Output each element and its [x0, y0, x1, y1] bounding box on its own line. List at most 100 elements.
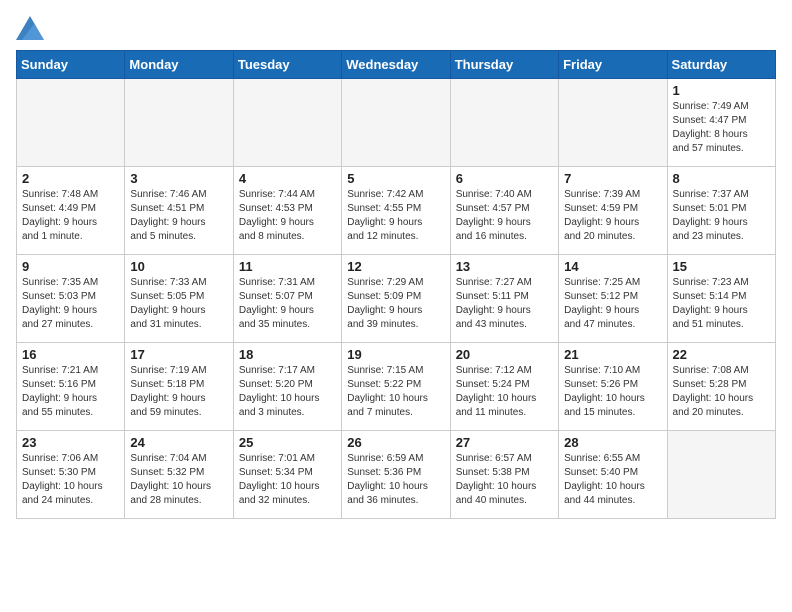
day-info: Sunrise: 6:55 AM Sunset: 5:40 PM Dayligh… [564, 452, 661, 508]
day-cell: 12Sunrise: 7:29 AM Sunset: 5:09 PM Dayli… [342, 255, 450, 343]
day-number: 27 [456, 435, 553, 450]
day-number: 11 [239, 259, 336, 274]
day-cell [667, 431, 775, 519]
day-cell [450, 79, 558, 167]
day-info: Sunrise: 7:29 AM Sunset: 5:09 PM Dayligh… [347, 276, 444, 332]
day-cell: 25Sunrise: 7:01 AM Sunset: 5:34 PM Dayli… [233, 431, 341, 519]
day-info: Sunrise: 7:08 AM Sunset: 5:28 PM Dayligh… [673, 364, 770, 420]
day-info: Sunrise: 7:46 AM Sunset: 4:51 PM Dayligh… [130, 188, 227, 244]
day-cell: 23 Sunrise: 7:06 AM Sunset: 5:30 PM Dayli… [17, 431, 125, 519]
day-cell: 27 Sunrise: 6:57 AM Sunset: 5:38 PM Dayli… [450, 431, 558, 519]
day-number: 26 [347, 435, 444, 450]
day-cell: 3 Sunrise: 7:46 AM Sunset: 4:51 PM Daylig… [125, 167, 233, 255]
day-cell: 1Sunrise: 7:49 AM Sunset: 4:47 PM Daylig… [667, 79, 775, 167]
day-number: 14 [564, 259, 661, 274]
week-row-1: 2 Sunrise: 7:48 AM Sunset: 4:49 PM Daylig… [17, 167, 776, 255]
day-number: 9 [22, 259, 119, 274]
day-number: 10 [130, 259, 227, 274]
day-cell: 11 Sunrise: 7:31 AM Sunset: 5:07 PM Dayli… [233, 255, 341, 343]
day-cell: 4 Sunrise: 7:44 AM Sunset: 4:53 PM Daylig… [233, 167, 341, 255]
day-info: Sunrise: 6:59 AM Sunset: 5:36 PM Dayligh… [347, 452, 444, 508]
week-row-0: 1Sunrise: 7:49 AM Sunset: 4:47 PM Daylig… [17, 79, 776, 167]
calendar-table: SundayMondayTuesdayWednesdayThursdayFrid… [16, 50, 776, 519]
day-cell [125, 79, 233, 167]
day-number: 16 [22, 347, 119, 362]
day-number: 20 [456, 347, 553, 362]
day-number: 1 [673, 83, 770, 98]
day-cell: 15Sunrise: 7:23 AM Sunset: 5:14 PM Dayli… [667, 255, 775, 343]
day-number: 19 [347, 347, 444, 362]
day-number: 23 [22, 435, 119, 450]
day-cell: 10 Sunrise: 7:33 AM Sunset: 5:05 PM Dayli… [125, 255, 233, 343]
week-row-4: 23 Sunrise: 7:06 AM Sunset: 5:30 PM Dayli… [17, 431, 776, 519]
header-day-wednesday: Wednesday [342, 51, 450, 79]
header-day-monday: Monday [125, 51, 233, 79]
header-day-thursday: Thursday [450, 51, 558, 79]
week-row-3: 16Sunrise: 7:21 AM Sunset: 5:16 PM Dayli… [17, 343, 776, 431]
day-cell: 9Sunrise: 7:35 AM Sunset: 5:03 PM Daylig… [17, 255, 125, 343]
day-info: Sunrise: 7:37 AM Sunset: 5:01 PM Dayligh… [673, 188, 770, 244]
day-info: Sunrise: 7:23 AM Sunset: 5:14 PM Dayligh… [673, 276, 770, 332]
logo-icon [16, 16, 44, 40]
day-info: Sunrise: 7:04 AM Sunset: 5:32 PM Dayligh… [130, 452, 227, 508]
calendar-body: 1Sunrise: 7:49 AM Sunset: 4:47 PM Daylig… [17, 79, 776, 519]
logo [16, 16, 48, 40]
day-number: 13 [456, 259, 553, 274]
day-cell: 5Sunrise: 7:42 AM Sunset: 4:55 PM Daylig… [342, 167, 450, 255]
day-number: 3 [130, 171, 227, 186]
day-cell [233, 79, 341, 167]
day-info: Sunrise: 7:06 AM Sunset: 5:30 PM Dayligh… [22, 452, 119, 508]
day-cell: 13 Sunrise: 7:27 AM Sunset: 5:11 PM Dayli… [450, 255, 558, 343]
day-cell: 18 Sunrise: 7:17 AM Sunset: 5:20 PM Dayli… [233, 343, 341, 431]
day-info: Sunrise: 7:40 AM Sunset: 4:57 PM Dayligh… [456, 188, 553, 244]
day-info: Sunrise: 7:12 AM Sunset: 5:24 PM Dayligh… [456, 364, 553, 420]
day-number: 2 [22, 171, 119, 186]
day-info: Sunrise: 7:19 AM Sunset: 5:18 PM Dayligh… [130, 364, 227, 420]
day-number: 24 [130, 435, 227, 450]
day-info: Sunrise: 7:31 AM Sunset: 5:07 PM Dayligh… [239, 276, 336, 332]
day-cell: 14 Sunrise: 7:25 AM Sunset: 5:12 PM Dayli… [559, 255, 667, 343]
day-cell: 20 Sunrise: 7:12 AM Sunset: 5:24 PM Dayli… [450, 343, 558, 431]
day-cell: 8 Sunrise: 7:37 AM Sunset: 5:01 PM Daylig… [667, 167, 775, 255]
header-day-sunday: Sunday [17, 51, 125, 79]
day-cell: 6 Sunrise: 7:40 AM Sunset: 4:57 PM Daylig… [450, 167, 558, 255]
day-cell: 24 Sunrise: 7:04 AM Sunset: 5:32 PM Dayli… [125, 431, 233, 519]
day-info: Sunrise: 7:10 AM Sunset: 5:26 PM Dayligh… [564, 364, 661, 420]
day-info: Sunrise: 7:17 AM Sunset: 5:20 PM Dayligh… [239, 364, 336, 420]
day-number: 4 [239, 171, 336, 186]
day-number: 18 [239, 347, 336, 362]
day-number: 17 [130, 347, 227, 362]
header-day-friday: Friday [559, 51, 667, 79]
day-info: Sunrise: 7:01 AM Sunset: 5:34 PM Dayligh… [239, 452, 336, 508]
day-cell: 19 Sunrise: 7:15 AM Sunset: 5:22 PM Dayli… [342, 343, 450, 431]
week-row-2: 9Sunrise: 7:35 AM Sunset: 5:03 PM Daylig… [17, 255, 776, 343]
day-cell: 7 Sunrise: 7:39 AM Sunset: 4:59 PM Daylig… [559, 167, 667, 255]
page-header [16, 16, 776, 40]
header-day-tuesday: Tuesday [233, 51, 341, 79]
day-number: 8 [673, 171, 770, 186]
header-row: SundayMondayTuesdayWednesdayThursdayFrid… [17, 51, 776, 79]
day-info: Sunrise: 7:27 AM Sunset: 5:11 PM Dayligh… [456, 276, 553, 332]
day-cell: 28 Sunrise: 6:55 AM Sunset: 5:40 PM Dayli… [559, 431, 667, 519]
day-number: 6 [456, 171, 553, 186]
day-info: Sunrise: 7:15 AM Sunset: 5:22 PM Dayligh… [347, 364, 444, 420]
header-day-saturday: Saturday [667, 51, 775, 79]
day-cell: 26 Sunrise: 6:59 AM Sunset: 5:36 PM Dayli… [342, 431, 450, 519]
day-info: Sunrise: 7:39 AM Sunset: 4:59 PM Dayligh… [564, 188, 661, 244]
calendar-header: SundayMondayTuesdayWednesdayThursdayFrid… [17, 51, 776, 79]
day-info: Sunrise: 7:33 AM Sunset: 5:05 PM Dayligh… [130, 276, 227, 332]
day-cell [342, 79, 450, 167]
day-cell: 21 Sunrise: 7:10 AM Sunset: 5:26 PM Dayli… [559, 343, 667, 431]
day-number: 28 [564, 435, 661, 450]
day-info: Sunrise: 7:44 AM Sunset: 4:53 PM Dayligh… [239, 188, 336, 244]
day-number: 7 [564, 171, 661, 186]
day-cell: 16Sunrise: 7:21 AM Sunset: 5:16 PM Dayli… [17, 343, 125, 431]
day-cell [17, 79, 125, 167]
day-number: 22 [673, 347, 770, 362]
day-cell [559, 79, 667, 167]
day-info: Sunrise: 6:57 AM Sunset: 5:38 PM Dayligh… [456, 452, 553, 508]
day-info: Sunrise: 7:25 AM Sunset: 5:12 PM Dayligh… [564, 276, 661, 332]
day-cell: 2 Sunrise: 7:48 AM Sunset: 4:49 PM Daylig… [17, 167, 125, 255]
day-number: 21 [564, 347, 661, 362]
day-info: Sunrise: 7:48 AM Sunset: 4:49 PM Dayligh… [22, 188, 119, 244]
